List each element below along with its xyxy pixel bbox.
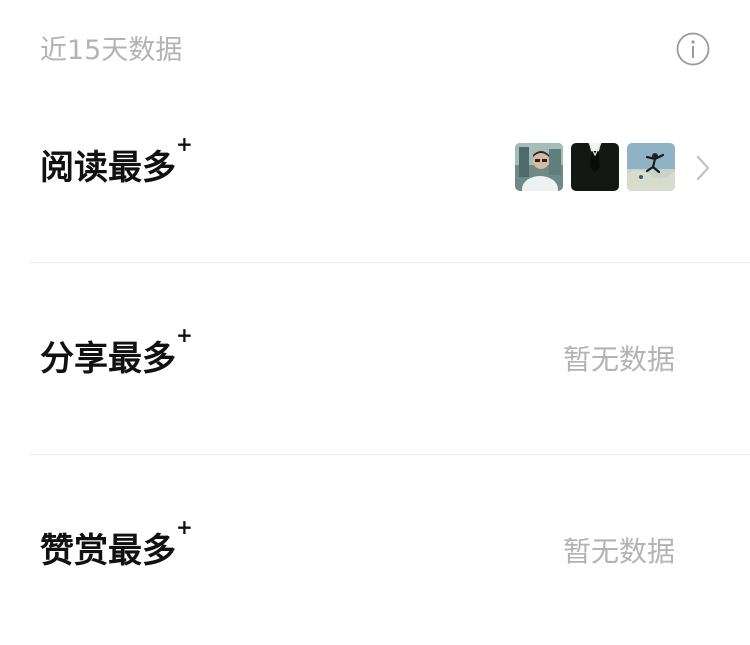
row-label: 分享最多 xyxy=(40,339,176,379)
empty-state-text: 暂无数据 xyxy=(562,343,675,376)
empty-state-text: 暂无数据 xyxy=(562,535,675,568)
portrait-thumbnail xyxy=(515,143,563,191)
skydiver-thumbnail xyxy=(627,143,675,191)
plus-mark: + xyxy=(176,515,193,539)
most-rewarded-row: 赞赏最多 + 暂无数据 xyxy=(0,455,750,645)
plus-mark: + xyxy=(176,323,193,347)
plus-mark: + xyxy=(176,132,193,156)
suit-tie-thumbnail xyxy=(571,143,619,191)
row-label: 阅读最多 xyxy=(40,148,176,188)
most-read-row[interactable]: 阅读最多 + xyxy=(0,72,750,262)
row-label: 赞赏最多 xyxy=(40,531,176,571)
chevron-right-icon[interactable] xyxy=(694,154,712,182)
period-title: 近15天数据 xyxy=(40,35,183,66)
most-shared-row: 分享最多 + 暂无数据 xyxy=(0,263,750,453)
info-circle-icon[interactable] xyxy=(676,32,710,66)
